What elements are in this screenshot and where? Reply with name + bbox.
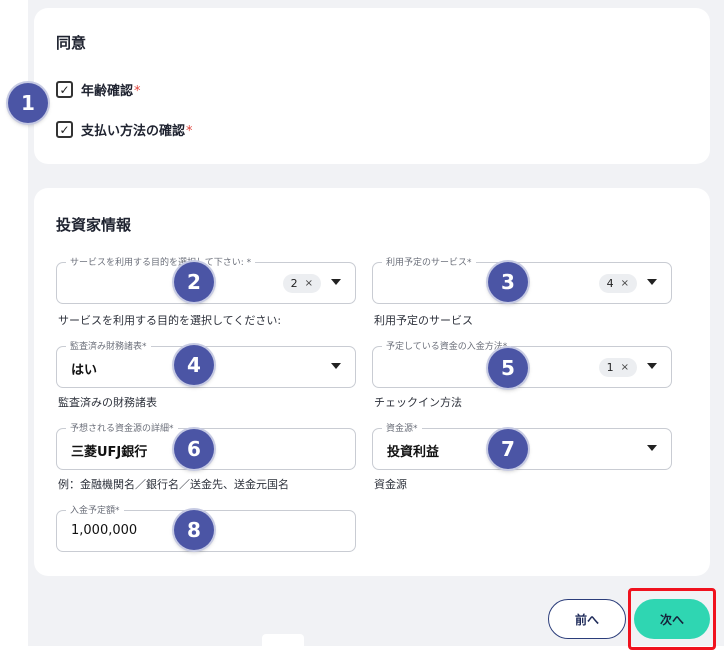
audited-helper: 監査済みの財務諸表: [58, 396, 157, 409]
investor-title: 投資家情報: [56, 216, 132, 234]
services-helper: 利用予定のサービス: [374, 314, 473, 327]
audited-value: はい: [71, 363, 98, 378]
purpose-helper: サービスを利用する目的を選択してください:: [58, 314, 282, 327]
required-mark: *: [186, 124, 193, 139]
check-icon: ✓: [59, 122, 70, 137]
chevron-down-icon[interactable]: [331, 363, 341, 369]
annotation-marker-1: 1: [8, 83, 48, 123]
remove-icon: ×: [620, 278, 629, 289]
age-confirm-checkbox[interactable]: ✓: [56, 81, 73, 98]
check-icon: ✓: [59, 82, 70, 97]
annotation-marker-4: 4: [174, 345, 214, 385]
fund-detail-label: 予想される資金源の詳細*: [66, 421, 178, 434]
chevron-down-icon[interactable]: [647, 363, 657, 369]
deposit-method-chip[interactable]: 1 ×: [598, 358, 637, 377]
annotation-marker-2: 2: [174, 262, 214, 302]
prev-button[interactable]: 前へ: [548, 599, 626, 639]
annotation-marker-7: 7: [488, 429, 528, 469]
annotation-marker-3: 3: [488, 262, 528, 302]
annotation-marker-6: 6: [174, 429, 214, 469]
annotation-marker-5: 5: [488, 348, 528, 388]
purpose-chip[interactable]: 2 ×: [282, 274, 321, 293]
deposit-method-label: 予定している資金の入金方法*: [382, 339, 512, 352]
required-mark: *: [134, 84, 141, 99]
chevron-down-icon[interactable]: [331, 279, 341, 285]
purpose-label: サービスを利用する目的を選択して下さい: *: [66, 255, 256, 268]
age-confirm-label: 年齢確認*: [81, 84, 141, 99]
next-button-highlight: [628, 588, 716, 650]
fund-detail-value[interactable]: 三菱UFJ銀行: [71, 441, 147, 460]
age-confirm-checkbox-row[interactable]: ✓ 年齢確認*: [56, 80, 141, 99]
chevron-down-icon[interactable]: [647, 279, 657, 285]
fund-source-helper: 資金源: [374, 478, 407, 491]
payment-confirm-checkbox[interactable]: ✓: [56, 121, 73, 138]
amount-label: 入金予定額*: [66, 503, 124, 516]
remove-icon: ×: [304, 278, 313, 289]
deposit-method-helper: チェックイン方法: [374, 396, 462, 409]
consent-title: 同意: [56, 34, 87, 52]
payment-confirm-label: 支払い方法の確認*: [81, 124, 193, 139]
amount-value[interactable]: 1,000,000: [71, 523, 137, 538]
payment-confirm-checkbox-row[interactable]: ✓ 支払い方法の確認*: [56, 120, 193, 139]
fund-source-label: 資金源*: [382, 421, 422, 434]
services-label: 利用予定のサービス*: [382, 255, 476, 268]
fund-source-value: 投資利益: [387, 445, 440, 460]
audited-label: 監査済み財務諸表*: [66, 339, 151, 352]
services-chip[interactable]: 4 ×: [598, 274, 637, 293]
annotation-marker-8: 8: [174, 510, 214, 550]
remove-icon: ×: [620, 362, 629, 373]
bottom-tab-handle: [262, 634, 304, 648]
chevron-down-icon[interactable]: [647, 445, 657, 451]
fund-detail-helper: 例：金融機関名／銀行名／送金先、送金元国名: [58, 478, 289, 491]
